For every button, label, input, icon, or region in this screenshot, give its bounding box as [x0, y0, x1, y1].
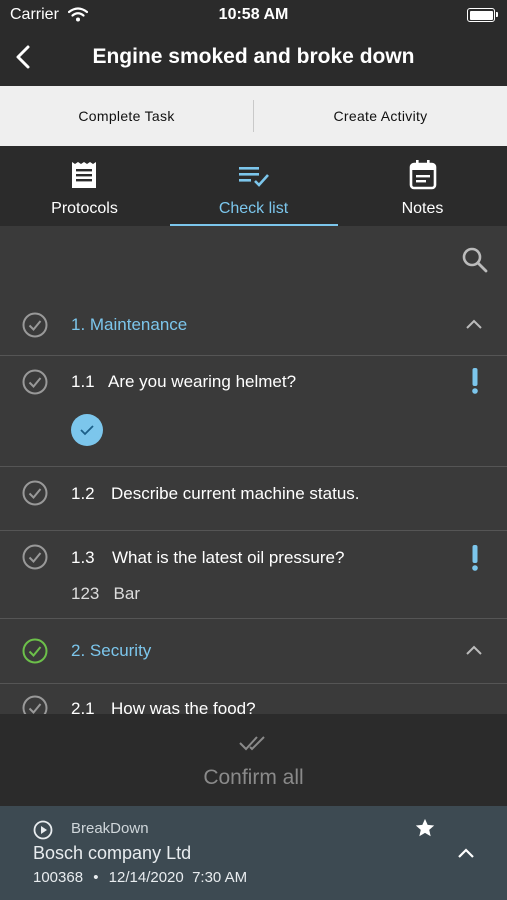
navigation-bar: Engine smoked and broke down: [0, 30, 507, 86]
confirm-all-label: Confirm all: [203, 766, 304, 789]
tab-protocols-label: Protocols: [51, 200, 118, 217]
check-circle-icon: [22, 544, 48, 570]
clock: 10:58 AM: [218, 6, 289, 23]
receipt-icon: [72, 162, 96, 188]
task-datetime: 12/14/2020 7:30 AM: [108, 869, 248, 886]
question-text: How was the food?: [111, 699, 256, 714]
tab-protocols[interactable]: Protocols: [0, 146, 169, 226]
double-check-icon: [239, 736, 265, 751]
question-row[interactable]: 1.1 Are you wearing helmet?: [0, 356, 507, 467]
check-circle-icon: [22, 480, 48, 506]
question-text: Describe current machine status.: [111, 484, 360, 503]
calendar-icon: [409, 160, 437, 190]
question-text: Are you wearing helmet?: [108, 372, 297, 391]
chevron-up-icon[interactable]: [465, 644, 483, 656]
question-text: What is the latest oil pressure?: [112, 548, 345, 567]
question-row[interactable]: 2.1 How was the food?: [0, 684, 507, 714]
exclamation-icon: [472, 368, 478, 394]
task-type: BreakDown: [71, 820, 149, 837]
tab-notes[interactable]: Notes: [338, 146, 507, 226]
section-header-maintenance[interactable]: 1. Maintenance: [0, 296, 507, 356]
tab-bar: Protocols Check list Notes: [0, 146, 507, 226]
exclamation-icon: [472, 545, 478, 571]
tab-check-list-label: Check list: [218, 200, 289, 217]
check-circle-icon: [22, 695, 48, 714]
section-title: 1. Maintenance: [71, 315, 188, 334]
check-circle-icon: [22, 369, 48, 395]
question-number: 1.2: [71, 484, 95, 503]
company-name: Bosch company Ltd: [33, 843, 192, 863]
checklist-icon: [239, 167, 269, 187]
question-number: 2.1: [71, 699, 95, 714]
star-icon[interactable]: [414, 817, 436, 839]
chevron-up-icon[interactable]: [465, 318, 483, 330]
question-row[interactable]: 1.3 What is the latest oil pressure? 123…: [0, 531, 507, 619]
meta-separator: •: [93, 869, 99, 886]
search-icon[interactable]: [461, 246, 489, 274]
battery-icon: [467, 8, 498, 22]
page-title: Engine smoked and broke down: [92, 45, 415, 68]
question-number: 1.3: [71, 548, 95, 567]
check-circle-icon: [22, 638, 48, 664]
section-header-security[interactable]: 2. Security: [0, 619, 507, 684]
checkmark-icon: [80, 425, 94, 436]
task-id: 100368: [33, 869, 84, 886]
question-row[interactable]: 1.2 Describe current machine status.: [0, 467, 507, 531]
confirm-all-button[interactable]: Confirm all: [0, 714, 507, 806]
complete-task-button[interactable]: Complete Task: [0, 86, 253, 146]
status-bar: Carrier 10:58 AM: [0, 0, 507, 30]
create-activity-button[interactable]: Create Activity: [254, 86, 507, 146]
task-meta: 100368 • 12/14/2020 7:30 AM: [33, 869, 247, 886]
answer-checkbox[interactable]: [71, 414, 103, 446]
tab-check-list[interactable]: Check list: [169, 146, 338, 226]
chevron-up-icon[interactable]: [457, 847, 475, 859]
checklist-content[interactable]: 1. Maintenance 1.1 Are you wearing helme…: [0, 226, 507, 714]
section-title: 2. Security: [71, 641, 152, 660]
task-summary-panel[interactable]: BreakDown Bosch company Ltd 100368 • 12/…: [0, 806, 507, 900]
question-number: 1.1: [71, 372, 95, 391]
play-circle-icon: [33, 820, 53, 840]
check-circle-icon: [22, 312, 48, 338]
tab-notes-label: Notes: [401, 200, 444, 217]
action-bar: Complete Task Create Activity: [0, 86, 507, 146]
answer-value: 123 Bar: [71, 584, 140, 603]
